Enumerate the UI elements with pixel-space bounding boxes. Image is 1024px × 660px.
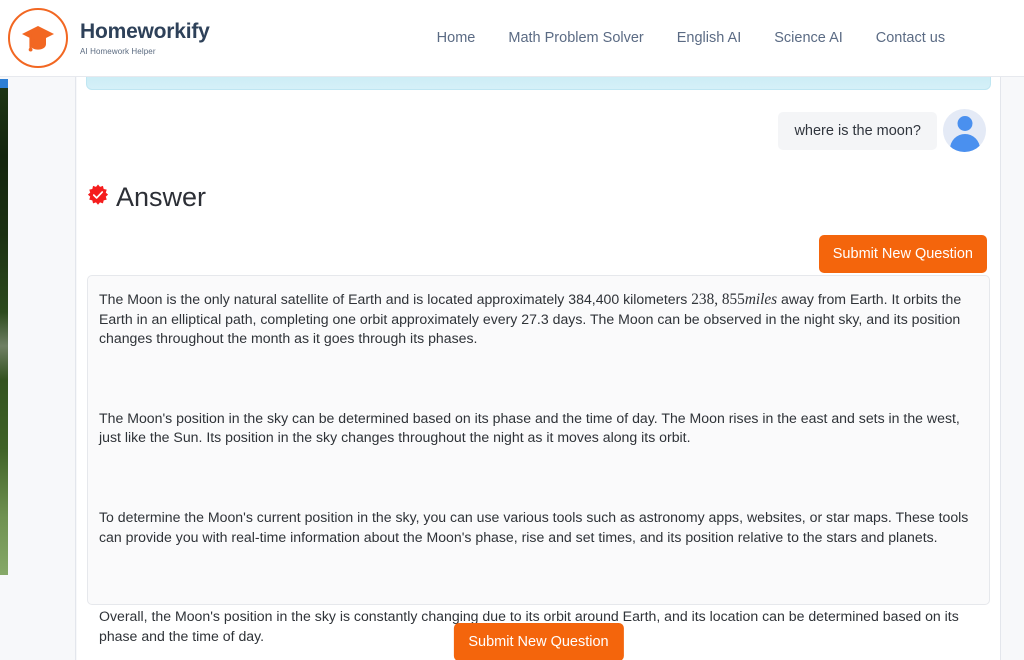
answer-title: Answer (116, 182, 207, 212)
brand-text: Homeworkify AI Homework Helper (80, 20, 210, 55)
answer-paragraph-2: The Moon's position in the sky can be de… (99, 409, 960, 446)
answer-heading: Answer (87, 182, 206, 213)
left-ad-strip-cap (0, 79, 8, 88)
brand-logo[interactable]: Homeworkify AI Homework Helper (8, 8, 210, 68)
user-avatar-icon (943, 109, 986, 152)
answer-p1-text-before: The Moon is the only natural satellite o… (99, 291, 692, 307)
nav-item-science-ai[interactable]: Science AI (774, 30, 843, 46)
left-ad-image-strip[interactable] (0, 88, 8, 575)
answer-body-box: The Moon is the only natural satellite o… (87, 275, 990, 644)
user-message-row: where is the moon? (778, 109, 986, 152)
graduation-cap-icon (8, 8, 68, 68)
verified-starburst-icon (87, 184, 109, 211)
answer-p1-math-unit: miles (744, 291, 778, 308)
info-panel-partial (86, 77, 991, 90)
nav-item-home[interactable]: Home (437, 30, 476, 46)
left-gutter (8, 77, 76, 660)
brand-name: Homeworkify (80, 20, 210, 44)
brand-tagline: AI Homework Helper (80, 46, 156, 56)
main-content: where is the moon? Answer Submit New Que… (77, 77, 1000, 660)
nav-item-english-ai[interactable]: English AI (677, 30, 742, 46)
site-header: Homeworkify AI Homework Helper Home Math… (0, 0, 1024, 77)
main-navigation: Home Math Problem Solver English AI Scie… (437, 30, 945, 46)
submit-new-question-button-top[interactable]: Submit New Question (818, 235, 987, 273)
nav-item-contact-us[interactable]: Contact us (876, 30, 945, 46)
answer-p1-math-number: 238, 855 (691, 291, 745, 308)
answer-paragraph-1: The Moon is the only natural satellite o… (99, 290, 977, 349)
submit-new-question-button-bottom[interactable]: Submit New Question (453, 623, 624, 660)
user-message-bubble: where is the moon? (778, 111, 937, 150)
answer-paragraph-3: To determine the Moon's current position… (99, 508, 969, 545)
nav-item-math-problem-solver[interactable]: Math Problem Solver (508, 30, 643, 46)
page-root: Homeworkify AI Homework Helper Home Math… (0, 0, 1024, 660)
right-gutter (1000, 77, 1024, 660)
